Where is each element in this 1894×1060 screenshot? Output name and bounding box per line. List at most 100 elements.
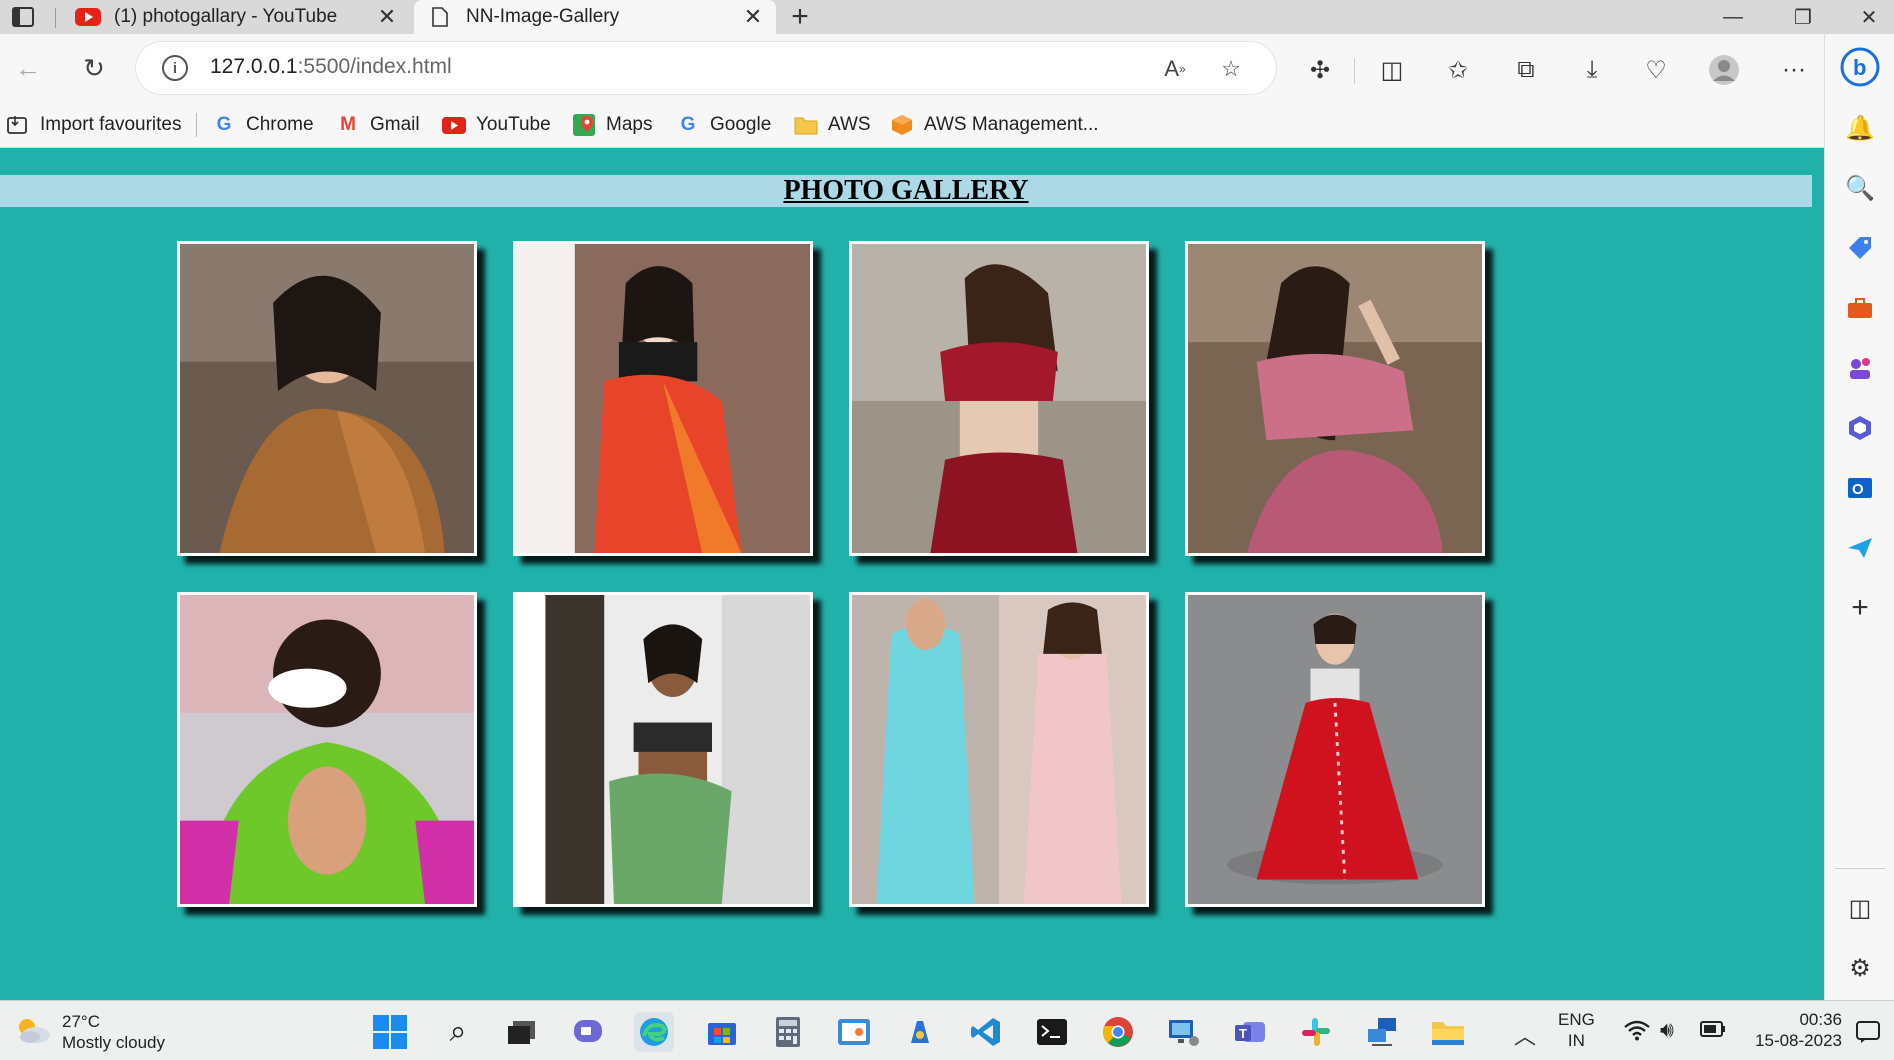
shopping-tag-icon[interactable]	[1842, 230, 1878, 266]
browser-essentials-icon[interactable]: ♡	[1638, 52, 1674, 88]
gallery-card[interactable]	[1185, 241, 1485, 556]
tab-youtube[interactable]: (1) photogallary - YouTube ✕	[62, 0, 410, 34]
fav-label: Google	[710, 114, 772, 135]
extensions-icon[interactable]: ✣	[1302, 52, 1338, 88]
fav-youtube[interactable]: YouTube	[442, 109, 551, 141]
fav-divider	[196, 113, 197, 137]
settings-gear-icon[interactable]: ⚙	[1842, 950, 1878, 986]
svg-text:O: O	[1852, 481, 1864, 498]
add-sidebar-app-icon[interactable]: +	[1842, 590, 1878, 626]
chrome-icon[interactable]	[1098, 1012, 1138, 1052]
fav-google[interactable]: G Google	[676, 109, 772, 141]
youtube-icon	[442, 114, 466, 136]
favourites-bar: Import favourites G Chrome M Gmail YouTu…	[0, 103, 1824, 148]
address-bar[interactable]: i 127.0.0.1:5500/index.html A» ☆	[136, 42, 1276, 94]
fav-label: Chrome	[246, 114, 314, 135]
maps-icon	[572, 114, 596, 136]
gallery-card[interactable]	[849, 592, 1149, 907]
send-icon[interactable]	[1842, 530, 1878, 566]
collections-icon[interactable]: ⧉	[1508, 52, 1544, 88]
store-icon[interactable]	[702, 1012, 742, 1052]
gallery-page: PHOTO GALLERY	[0, 148, 1824, 1000]
svg-text:b: b	[1853, 55, 1866, 80]
fav-aws-management[interactable]: AWS Management...	[890, 109, 1099, 141]
title-bar: (1) photogallary - YouTube ✕ NN-Image-Ga…	[0, 0, 1894, 34]
office-icon[interactable]	[1842, 410, 1878, 446]
games-icon[interactable]	[1842, 350, 1878, 386]
favorites-icon[interactable]: ✩	[1440, 52, 1476, 88]
volume-icon[interactable]: 🔊︎	[1660, 1017, 1674, 1043]
fav-chrome[interactable]: G Chrome	[212, 109, 314, 141]
fav-maps[interactable]: Maps	[572, 109, 652, 141]
notifications-icon[interactable]: 🔔	[1842, 110, 1878, 146]
tab-gallery[interactable]: NN-Image-Gallery ✕	[414, 0, 776, 34]
gallery-card[interactable]	[513, 241, 813, 556]
fav-label: Import favourites	[40, 114, 182, 135]
url-text[interactable]: 127.0.0.1:5500/index.html	[210, 55, 452, 79]
back-button[interactable]: ←	[8, 48, 48, 88]
photo-8	[1188, 595, 1482, 904]
remote-desktop-icon[interactable]	[1164, 1012, 1204, 1052]
folder-icon	[794, 114, 818, 136]
file-explorer-icon[interactable]	[1428, 1012, 1468, 1052]
calculator-icon[interactable]	[768, 1012, 808, 1052]
edge-taskbar-icon[interactable]	[634, 1012, 674, 1052]
edge-sidebar: b 🔔 🔍 O + ◫ ⚙	[1824, 34, 1894, 1000]
hide-sidebar-icon[interactable]: ◫	[1842, 890, 1878, 926]
restore-button[interactable]: ❐	[1774, 0, 1832, 34]
refresh-button[interactable]: ↻	[74, 48, 114, 88]
close-tab-icon[interactable]: ✕	[742, 4, 764, 30]
split-screen-icon[interactable]: ◫	[1374, 52, 1410, 88]
more-menu-icon[interactable]: ···	[1776, 52, 1812, 88]
weather-desc: Mostly cloudy	[62, 1033, 165, 1052]
url-path: :5500/index.html	[297, 55, 452, 78]
gallery-card[interactable]	[177, 592, 477, 907]
gallery-card[interactable]	[1185, 592, 1485, 907]
photo-2	[516, 244, 810, 553]
profile-avatar-icon[interactable]	[1706, 52, 1742, 88]
fav-aws[interactable]: AWS	[794, 109, 871, 141]
windows-start-icon[interactable]	[370, 1012, 410, 1052]
close-tab-icon[interactable]: ✕	[376, 4, 398, 30]
teams-chat-icon[interactable]	[568, 1012, 608, 1052]
tab-label: (1) photogallary - YouTube	[114, 6, 338, 27]
clock[interactable]: 00:36 15-08-2023	[1742, 1009, 1842, 1051]
fav-gmail[interactable]: M Gmail	[336, 109, 420, 141]
minimize-button[interactable]: —	[1704, 0, 1762, 34]
language-indicator[interactable]: ENG IN	[1558, 1009, 1595, 1051]
show-hidden-icons-icon[interactable]: ︿	[1514, 1019, 1536, 1051]
notification-center-icon[interactable]	[1856, 1021, 1880, 1048]
tools-briefcase-icon[interactable]	[1842, 290, 1878, 326]
search-icon[interactable]: 🔍	[1842, 170, 1878, 206]
terminal-icon[interactable]	[1032, 1012, 1072, 1052]
favorite-star-icon[interactable]: ☆	[1216, 54, 1246, 84]
teams-icon[interactable]: T	[1230, 1012, 1270, 1052]
fav-import-favourites[interactable]: Import favourites	[6, 109, 182, 141]
close-window-button[interactable]: ✕	[1840, 0, 1894, 34]
page-icon	[426, 7, 454, 27]
gallery-card[interactable]	[513, 592, 813, 907]
outlook-icon[interactable]: O	[1842, 470, 1878, 506]
toolbar-divider	[1354, 58, 1355, 84]
network-app-icon[interactable]	[1362, 1012, 1402, 1052]
tab-actions-icon[interactable]	[6, 4, 40, 30]
taskbar-search-icon[interactable]: ⌕	[438, 1012, 478, 1052]
weather-widget[interactable]: 27°C Mostly cloudy	[14, 1011, 165, 1053]
gallery-card[interactable]	[177, 241, 477, 556]
read-aloud-icon[interactable]: A»	[1160, 54, 1190, 84]
photo-6	[516, 595, 810, 904]
gallery-card[interactable]	[849, 241, 1149, 556]
app-icon[interactable]	[900, 1012, 940, 1052]
vscode-icon[interactable]	[966, 1012, 1006, 1052]
downloads-icon[interactable]: ⤓	[1574, 52, 1610, 88]
site-info-icon[interactable]: i	[162, 55, 188, 81]
bing-chat-icon[interactable]: b	[1839, 46, 1881, 88]
task-view-icon[interactable]	[502, 1012, 542, 1052]
battery-icon[interactable]	[1700, 1021, 1726, 1042]
slack-icon[interactable]	[1296, 1012, 1336, 1052]
lang-line-1: ENG	[1558, 1010, 1595, 1029]
new-tab-button[interactable]: +	[780, 0, 820, 34]
snipping-tool-icon[interactable]	[834, 1012, 874, 1052]
wifi-icon[interactable]	[1624, 1019, 1650, 1047]
clock-time: 00:36	[1799, 1010, 1842, 1029]
